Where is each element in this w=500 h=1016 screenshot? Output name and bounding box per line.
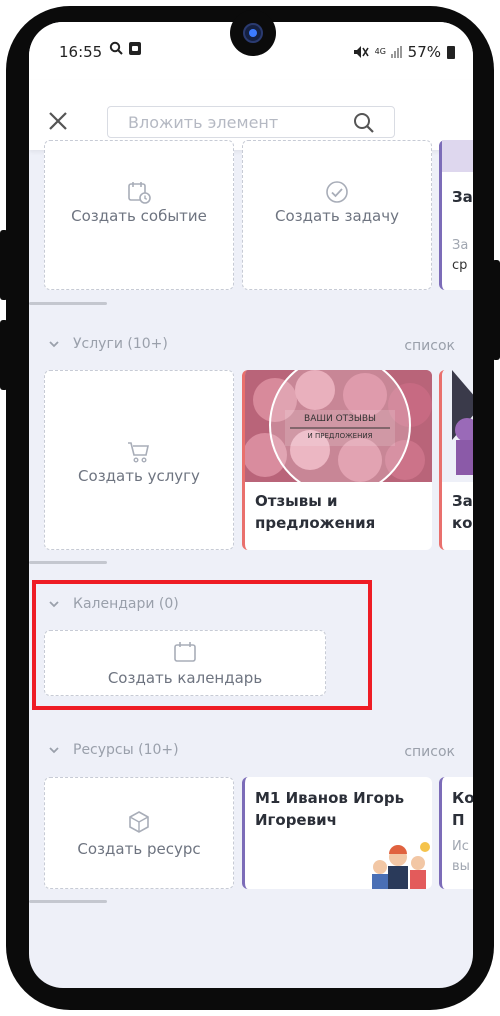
- resource-partial-title: П: [452, 811, 465, 829]
- screen: 16:55 4G 57% Вложить элемент Создать соб…: [29, 22, 473, 988]
- search-input[interactable]: Вложить элемент: [107, 106, 395, 138]
- phone-power-button: [492, 260, 500, 360]
- mute-icon: [353, 46, 369, 58]
- resources-title: Ресурсы (10+): [73, 742, 179, 758]
- resource-partial-sub: вы: [452, 859, 470, 874]
- scroll-indicator: [29, 302, 107, 305]
- resource-partial-title: Ко: [452, 789, 473, 807]
- scroll-indicator: [29, 561, 107, 564]
- create-service-label: Создать услугу: [78, 467, 200, 485]
- phone-volume-button: [0, 320, 8, 390]
- check-circle-icon: [326, 181, 348, 203]
- network-type: 4G: [374, 47, 386, 56]
- people-illustration: [372, 842, 430, 889]
- service-partial-title: ко: [452, 514, 473, 532]
- task-card-title: За: [452, 188, 473, 206]
- content-area: Создать событие Создать задачу За За ср …: [29, 140, 473, 988]
- create-resource-card[interactable]: Создать ресурс: [44, 777, 234, 889]
- create-event-card[interactable]: Создать событие: [44, 140, 234, 290]
- create-task-label: Создать задачу: [274, 207, 399, 225]
- phone-volume-button: [0, 230, 8, 300]
- battery-percent: 57%: [407, 43, 441, 61]
- feedback-image: ВАШИ ОТЗЫВЫ И ПРЕДЛОЖЕНИЯ: [245, 370, 432, 482]
- create-task-card[interactable]: Создать задачу: [242, 140, 432, 290]
- resource-card-partial[interactable]: Ко П Ис вы: [439, 777, 473, 889]
- front-camera: [230, 10, 276, 56]
- create-service-card[interactable]: Создать услугу: [44, 370, 234, 550]
- services-list-link[interactable]: список: [404, 338, 455, 354]
- cube-icon: [129, 811, 149, 833]
- resource-card-ivanov[interactable]: М1 Иванов Игорь Игоревич: [242, 777, 432, 889]
- search-placeholder: Вложить элемент: [128, 113, 279, 132]
- service-partial-title: За: [452, 492, 473, 510]
- search-icon[interactable]: [352, 111, 376, 135]
- scroll-indicator: [29, 900, 107, 903]
- service-card-partial[interactable]: За ко: [439, 370, 473, 550]
- resources-section-header[interactable]: Ресурсы (10+): [49, 742, 179, 758]
- resource-card-title: М1 Иванов Игорь Игоревич: [255, 789, 405, 829]
- task-card-sub: За: [452, 238, 469, 253]
- image-caption-1: ВАШИ ОТЗЫВЫ: [304, 414, 376, 424]
- signal-icon: [390, 46, 402, 58]
- chevron-down-icon: [49, 341, 59, 348]
- chevron-down-icon: [49, 747, 59, 754]
- character-image: [442, 370, 473, 482]
- services-section-header[interactable]: Услуги (10+): [49, 336, 168, 352]
- calendar-clock-icon: [128, 182, 151, 204]
- feedback-card-title: Отзывы и предложения: [255, 492, 376, 532]
- image-caption-2: И ПРЕДЛОЖЕНИЯ: [307, 432, 373, 440]
- status-time: 16:55: [59, 43, 103, 61]
- close-icon[interactable]: [47, 110, 69, 132]
- create-event-label: Создать событие: [71, 207, 207, 225]
- battery-icon: [447, 45, 455, 59]
- resources-list-link[interactable]: список: [404, 744, 455, 760]
- task-card-header: [442, 140, 473, 172]
- flowers-image: [245, 370, 432, 482]
- task-card-partial[interactable]: За За ср: [439, 140, 473, 290]
- search-notification-icon: [109, 41, 123, 55]
- create-resource-label: Создать ресурс: [77, 840, 201, 858]
- highlight-box: [32, 580, 372, 710]
- app-notification-icon: [129, 41, 141, 55]
- resource-partial-sub: Ис: [452, 839, 469, 854]
- service-card-feedback[interactable]: ВАШИ ОТЗЫВЫ И ПРЕДЛОЖЕНИЯ Отзывы и предл…: [242, 370, 432, 550]
- task-card-sub: ср: [452, 258, 468, 273]
- cart-icon: [128, 442, 149, 463]
- services-title: Услуги (10+): [73, 336, 168, 352]
